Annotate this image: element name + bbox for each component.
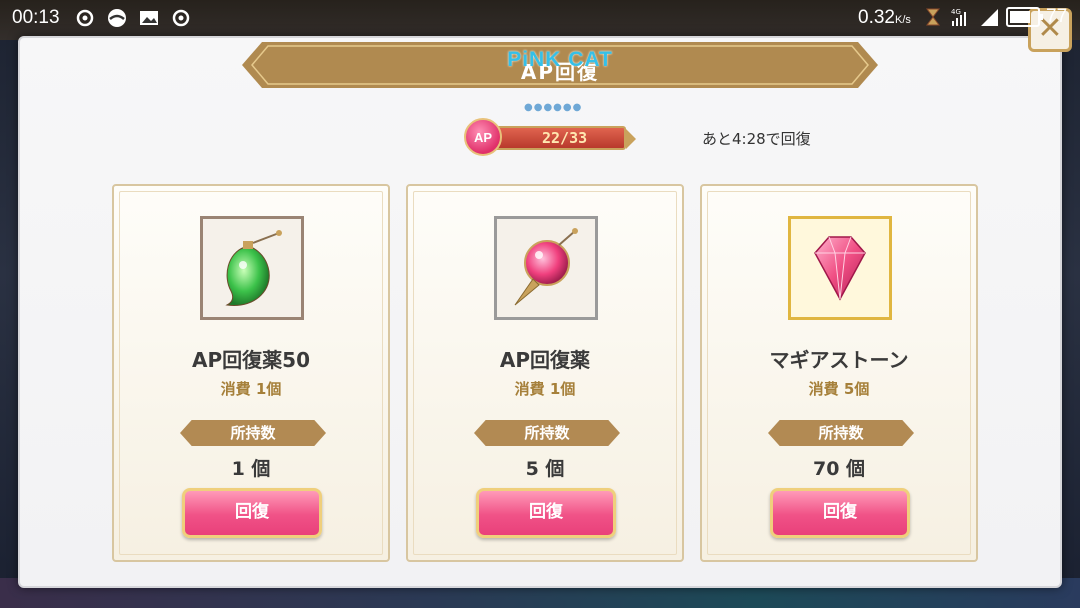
recover-button[interactable]: 回復	[182, 488, 322, 538]
recover-button[interactable]: 回復	[476, 488, 616, 538]
network-speed: 0.32K/s	[858, 7, 911, 29]
battery-level: 77	[1046, 6, 1068, 27]
owned-count: 5 個	[525, 458, 565, 480]
ap-recovery-dialog: AP回復 PiNK CAT ●●●●●● AP 22/33 あと4:28で回復 …	[18, 36, 1062, 588]
item-card-magia-stone: マギアストーン 消費 5個 所持数 70 個 回復	[700, 184, 978, 562]
item-cost: 消費 5個	[808, 380, 870, 398]
recover-button[interactable]: 回復	[770, 488, 910, 538]
item-card-ap-potion: AP回復薬 消費 1個 所持数 5 個 回復	[406, 184, 684, 562]
item-frame	[788, 216, 892, 320]
sync-icon	[170, 7, 192, 29]
ap-recover-time: あと4:28で回復	[702, 130, 811, 148]
owned-count: 70 個	[812, 458, 866, 480]
status-notification-icons	[74, 7, 192, 29]
item-frame	[200, 216, 304, 320]
ap-badge: AP	[464, 118, 502, 156]
item-frame	[494, 216, 598, 320]
ap-value: 22/33	[542, 129, 588, 147]
status-time: 00:13	[12, 7, 60, 28]
item-cost: 消費 1個	[514, 380, 576, 398]
pink-potion-icon	[514, 228, 578, 306]
item-name: AP回復薬	[499, 348, 591, 372]
item-name: マギアストーン	[769, 348, 909, 372]
item-cost: 消費 1個	[220, 380, 282, 398]
owned-count: 1 個	[231, 458, 271, 480]
signal-strength-icon	[978, 6, 1000, 28]
network-speed-unit: K/s	[894, 14, 911, 26]
item-card-ap-potion-50: AP回復薬50 消費 1個 所持数 1 個 回復	[112, 184, 390, 562]
green-potion-icon	[225, 230, 282, 306]
magia-stone-icon	[814, 236, 866, 301]
item-name: AP回復薬50	[192, 348, 310, 372]
owned-label: 所持数	[180, 420, 326, 446]
battery-fill	[1010, 11, 1030, 23]
hourglass-icon	[922, 6, 944, 28]
owned-label: 所持数	[768, 420, 914, 446]
owned-label: 所持数	[474, 420, 620, 446]
network-type-text: 4G	[951, 8, 961, 16]
watermark: PiNK CAT	[507, 48, 613, 71]
status-system-icons: 4G 77	[922, 6, 1067, 28]
signal-icon: 4G	[950, 6, 972, 28]
title-banner: AP回復 PiNK CAT	[242, 42, 878, 88]
network-speed-value: 0.32	[858, 7, 895, 28]
battery-icon	[1006, 7, 1043, 27]
browser-icon	[106, 7, 128, 29]
image-icon	[138, 7, 160, 29]
status-bar: 00:13 0.32K/s 4G 77	[0, 0, 1080, 38]
sync-icon	[74, 7, 96, 29]
ap-status: AP 22/33 あと4:28で回復	[464, 118, 864, 158]
page-dots: ●●●●●●	[524, 102, 583, 113]
